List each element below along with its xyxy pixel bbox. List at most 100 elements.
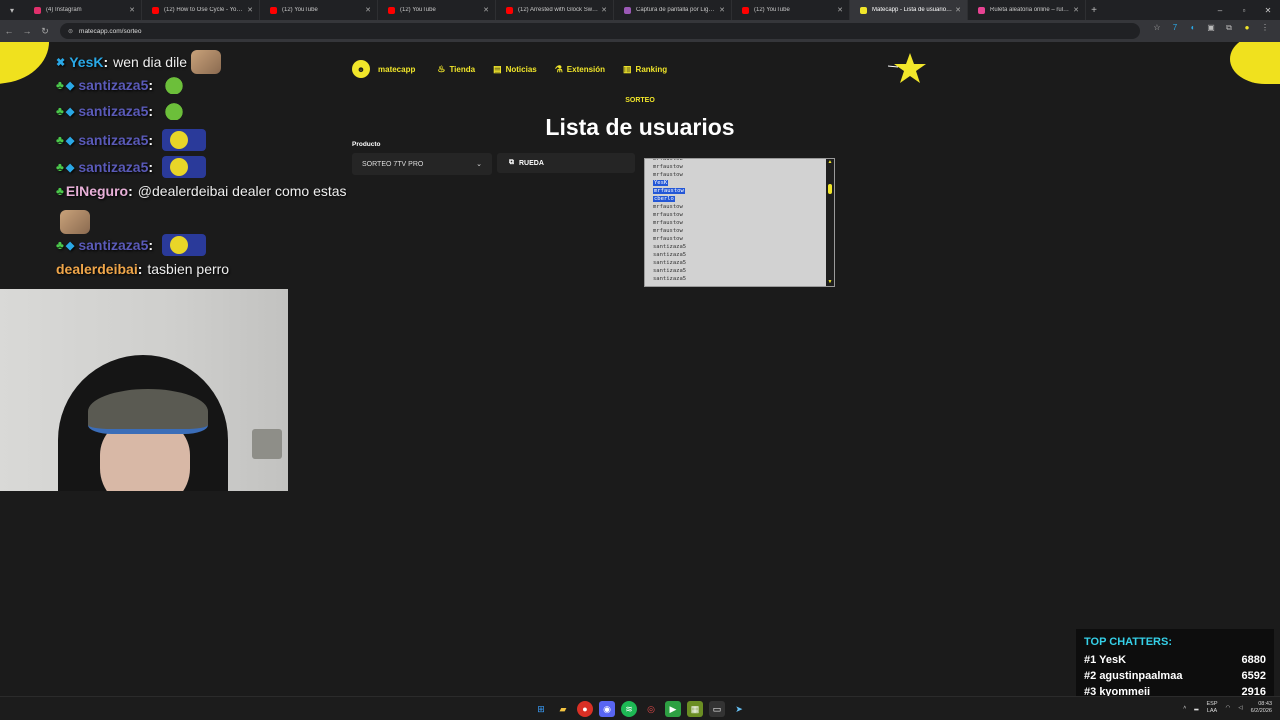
clock[interactable]: 08:43 6/2/2026 — [1251, 701, 1272, 715]
app-icon[interactable]: ◎ — [643, 701, 659, 717]
language-indicator[interactable]: ESP LAA — [1207, 701, 1218, 715]
close-window-icon[interactable]: ✕ — [1256, 6, 1280, 15]
tab-close-icon[interactable]: ✕ — [247, 6, 253, 14]
top-chatter-name: YesK — [1099, 654, 1127, 666]
tab-close-icon[interactable]: ✕ — [1073, 6, 1079, 14]
chrome-icon[interactable]: ● — [577, 701, 593, 717]
back-icon[interactable]: ← — [0, 26, 18, 36]
cast-icon[interactable]: ▣ — [1206, 23, 1216, 33]
user-list-scrollbar[interactable]: ▲ ▼ — [826, 159, 834, 286]
tab-search-icon[interactable]: ▾ — [0, 0, 24, 20]
chat-username[interactable]: dealerdeibai — [56, 261, 138, 277]
maximize-icon[interactable]: ▫ — [1232, 6, 1256, 15]
chevron-down-icon: ⌄ — [476, 161, 482, 168]
chat-message: ✖ YesK: wen dia dile — [56, 50, 222, 74]
browser-tab[interactable]: Captura de pantalla por Lightshot ✕ — [614, 0, 732, 20]
scroll-up-icon[interactable]: ▲ — [827, 160, 833, 165]
tab-favicon-icon — [742, 6, 749, 14]
tab-close-icon[interactable]: ✕ — [483, 6, 489, 14]
tab-close-icon[interactable]: ✕ — [601, 6, 607, 14]
discord-icon[interactable]: ◉ — [599, 701, 615, 717]
extensions-bar: ☆ 7 ◐ ▣ ⧉ ● ⋮ — [1152, 23, 1270, 33]
minecraft-icon[interactable]: ▦ — [687, 701, 703, 717]
chat-username[interactable]: santizaza5 — [78, 103, 148, 119]
chat-emote-pepe — [162, 102, 187, 120]
chat-username[interactable]: santizaza5 — [78, 77, 148, 93]
scroll-thumb[interactable] — [828, 184, 832, 194]
tab-title: Ruleta aleatoria online – ruleta — [990, 7, 1071, 13]
windows-start-icon[interactable]: ⊞ — [533, 701, 549, 717]
brand-link[interactable]: ☻ matecapp — [352, 60, 415, 78]
fire-icon: ♨ — [437, 63, 446, 74]
forward-icon[interactable]: → — [18, 26, 36, 36]
extension-7tv-icon[interactable]: 7 — [1170, 23, 1180, 33]
rueda-button[interactable]: ⧉ RUEDA — [497, 153, 635, 173]
tab-close-icon[interactable]: ✕ — [837, 6, 843, 14]
clock-date: 6/2/2026 — [1250, 708, 1272, 714]
extensions-puzzle-icon[interactable]: ⧉ — [1224, 23, 1234, 33]
user-list-textarea[interactable]: mrfaustow mrfaustow mrfaustow YesK mrfaustow… — [644, 158, 835, 287]
menu-dots-icon[interactable]: ⋮ — [1260, 23, 1270, 33]
bookmark-star-icon[interactable]: ☆ — [1152, 23, 1162, 33]
chat-colon: : — [137, 261, 143, 277]
green-app-icon[interactable]: ▶ — [665, 701, 681, 717]
nav-extension[interactable]: ⚗ Extensión — [555, 64, 605, 75]
url-input[interactable]: ⊜ matecapp.com/sorteo — [60, 23, 1140, 39]
file-explorer-icon[interactable]: ▰ — [555, 701, 571, 717]
user-list-name: mrfaustow — [653, 228, 683, 234]
chat-username[interactable]: YesK — [69, 54, 103, 70]
user-list-line: santizaza5 — [653, 267, 686, 275]
chat-colon: : — [148, 132, 154, 148]
browser-tab[interactable]: (12) Arrested with Glock Switch ✕ — [496, 0, 614, 20]
chat-emote-pepe — [162, 76, 187, 94]
browser-tab[interactable]: (4) Instagram ✕ — [24, 0, 142, 20]
browser-tab[interactable]: Matecapp - Lista de usuarios de ✕ — [850, 0, 968, 20]
product-select[interactable]: SORTEO 7TV PRO ⌄ — [352, 153, 492, 175]
tray-chevron-icon[interactable]: ˄ — [1183, 705, 1186, 711]
site-info-icon[interactable]: ⊜ — [68, 28, 73, 35]
user-list-line: santizaza5 — [653, 251, 686, 259]
user-list-line: mrfaustow — [653, 171, 686, 179]
tab-close-icon[interactable]: ✕ — [955, 6, 961, 14]
nav-ranking[interactable]: ▥ Ranking — [623, 64, 667, 75]
scroll-down-icon[interactable]: ▼ — [827, 280, 833, 285]
tab-title: (12) How to Ose Cycle - YouTube — [164, 7, 244, 13]
user-list-name: santizaza5 — [653, 276, 687, 282]
user-list-line: mrfaustow — [653, 163, 686, 171]
tab-title: (4) Instagram — [46, 7, 82, 13]
chat-username[interactable]: santizaza5 — [78, 159, 148, 175]
tab-favicon-icon — [270, 6, 277, 14]
nav-tienda[interactable]: ♨ Tienda — [437, 64, 475, 75]
chat-colon: : — [103, 54, 109, 70]
user-list-line: mrfaustow — [653, 219, 686, 227]
chat-message: ♣ ◆ santizaza5: — [56, 102, 187, 120]
extension-icon[interactable]: ◐ — [1188, 23, 1198, 33]
chat-sub-badge-icon: ◆ — [65, 105, 75, 118]
browser-tab[interactable]: (12) YouTube ✕ — [732, 0, 850, 20]
news-icon: ▤ — [493, 63, 502, 74]
network-icon[interactable]: ▂ — [1194, 705, 1198, 711]
volume-icon[interactable]: ◁ — [1238, 705, 1242, 711]
tab-close-icon[interactable]: ✕ — [129, 6, 135, 14]
nav-noticias[interactable]: ▤ Noticias — [493, 64, 537, 75]
chat-username[interactable]: ElNeguro — [66, 183, 128, 199]
minimize-icon[interactable]: – — [1208, 6, 1232, 15]
tab-close-icon[interactable]: ✕ — [365, 6, 371, 14]
user-list-line: mrfaustow — [653, 227, 686, 235]
browser-tab[interactable]: (12) YouTube ✕ — [260, 0, 378, 20]
chat-username[interactable]: santizaza5 — [78, 237, 148, 253]
chat-username[interactable]: santizaza5 — [78, 132, 148, 148]
user-list-name: mrfaustow — [653, 172, 683, 178]
terminal-icon[interactable]: ▭ — [709, 701, 725, 717]
tab-close-icon[interactable]: ✕ — [719, 6, 725, 14]
steam-icon[interactable]: ➤ — [731, 701, 747, 717]
profile-avatar-icon[interactable]: ● — [1242, 23, 1252, 33]
browser-tab[interactable]: (12) YouTube ✕ — [378, 0, 496, 20]
browser-tab[interactable]: (12) How to Ose Cycle - YouTube✕ — [142, 0, 260, 20]
new-tab-button[interactable]: + — [1086, 5, 1102, 16]
top-chatter-rank: #2 — [1084, 670, 1097, 682]
browser-tab[interactable]: Ruleta aleatoria online – ruleta ✕ — [968, 0, 1086, 20]
spotify-icon[interactable]: ≋ — [621, 701, 637, 717]
reload-icon[interactable]: ↻ — [36, 26, 54, 37]
wifi-icon[interactable]: ◠ — [1226, 705, 1231, 711]
